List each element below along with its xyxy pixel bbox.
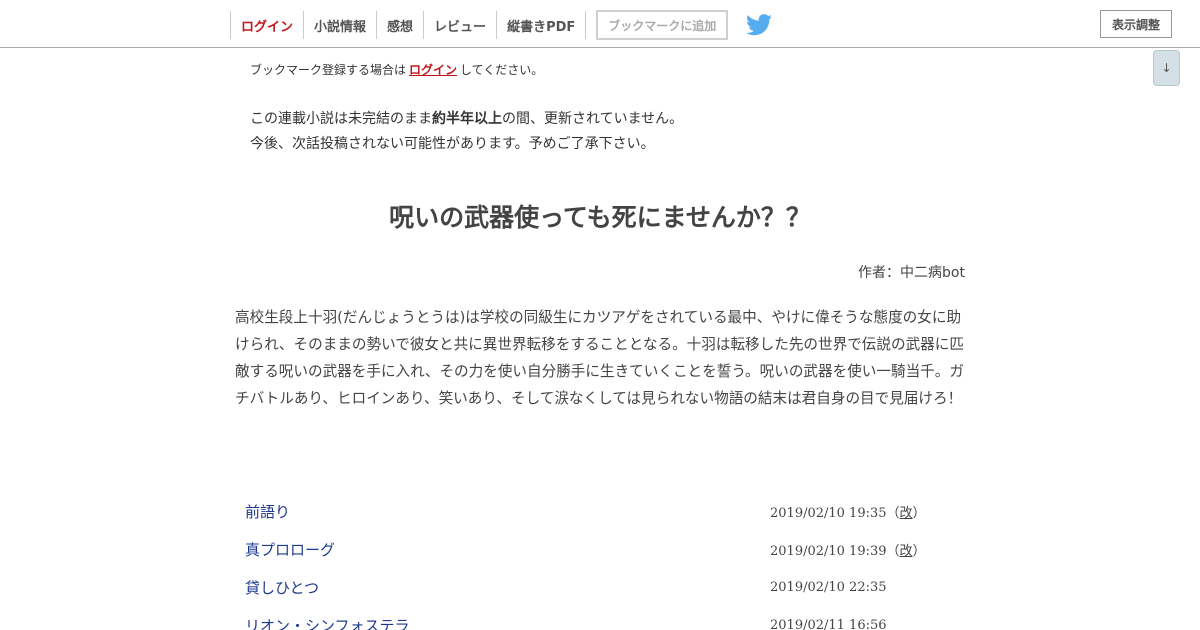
chapter-row: 真プロローグ 2019/02/10 19:39（改） [235, 530, 965, 568]
chapter-date: 2019/02/10 22:35 [770, 579, 887, 595]
display-settings-button[interactable]: 表示調整 [1100, 10, 1172, 38]
novel-synopsis: 高校生段上十羽(だんじょうとうは)は学校の同級生にカツアゲをされている最中、やけ… [235, 309, 964, 407]
nav-impressions[interactable]: 感想 [376, 11, 423, 39]
rev-open: （ [886, 505, 900, 521]
chapter-row: 前語り 2019/02/10 19:35（改） [235, 492, 965, 530]
chapter-link[interactable]: 貸しひとつ [245, 577, 319, 598]
chapter-date-text: 2019/02/10 19:35 [770, 505, 887, 521]
chapter-link[interactable]: 真プロローグ [245, 539, 335, 560]
arrow-down-icon: ↓ [1161, 61, 1172, 75]
scroll-down-button[interactable]: ↓ [1153, 50, 1180, 86]
inactive-serial-warning: この連載小説は未完結のまま約半年以上の間、更新されていません。 今後、次話投稿さ… [250, 107, 683, 157]
chapter-link[interactable]: リオン・シンフォステラ [245, 615, 410, 630]
rev-open: （ [886, 543, 900, 559]
chapter-list: 前語り 2019/02/10 19:35（改） 真プロローグ 2019/02/1… [235, 492, 965, 630]
novel-title: 呪いの武器使っても死にませんか？？ [389, 203, 811, 232]
nav-login[interactable]: ログイン [230, 11, 303, 39]
twitter-share-button[interactable] [746, 14, 773, 36]
chapter-date: 2019/02/10 19:39（改） [770, 540, 926, 559]
revision-mark[interactable]: 改 [900, 506, 913, 521]
site-header: ログイン 小説情報 感想 レビュー 縦書きPDF ブックマークに追加 表示調整 [0, 0, 1200, 48]
bookmark-notice-pre: ブックマーク登録する場合は [250, 63, 407, 77]
nav-novel-info[interactable]: 小説情報 [303, 11, 376, 39]
warning-line-1: この連載小説は未完結のまま約半年以上の間、更新されていません。 [250, 107, 683, 132]
warning-line-1-post: の間、更新されていません。 [502, 111, 684, 127]
add-bookmark-button[interactable]: ブックマークに追加 [596, 10, 729, 40]
warning-duration: 約半年以上 [432, 111, 502, 127]
revision-mark[interactable]: 改 [900, 544, 913, 559]
warning-line-2: 今後、次話投稿されない可能性があります。予めご了承下さい。 [250, 136, 655, 152]
rev-close: ） [912, 543, 926, 559]
bookmark-notice-post: してください。 [460, 63, 544, 77]
bookmark-notice: ブックマーク登録する場合は ログイン してください。 [250, 61, 543, 78]
nav-reviews[interactable]: レビュー [423, 11, 496, 39]
chapter-row: 貸しひとつ 2019/02/10 22:35 [235, 568, 965, 606]
top-nav: ログイン 小説情報 感想 レビュー 縦書きPDF ブックマークに追加 [230, 10, 773, 40]
novel-author[interactable]: 作者：中二病bot [858, 262, 965, 282]
warning-line-1-pre: この連載小説は未完結のまま [250, 111, 432, 127]
chapter-date-text: 2019/02/10 19:39 [770, 543, 887, 559]
chapter-link[interactable]: 前語り [245, 501, 290, 522]
twitter-bird-icon [746, 14, 773, 36]
bookmark-login-link[interactable]: ログイン [409, 63, 457, 77]
chapter-date: 2019/02/10 19:35（改） [770, 502, 926, 521]
chapter-date: 2019/02/11 16:56 [770, 617, 887, 630]
nav-vertical-pdf[interactable]: 縦書きPDF [496, 11, 587, 39]
rev-close: ） [912, 505, 926, 521]
chapter-row: リオン・シンフォステラ 2019/02/11 16:56 [235, 606, 965, 630]
